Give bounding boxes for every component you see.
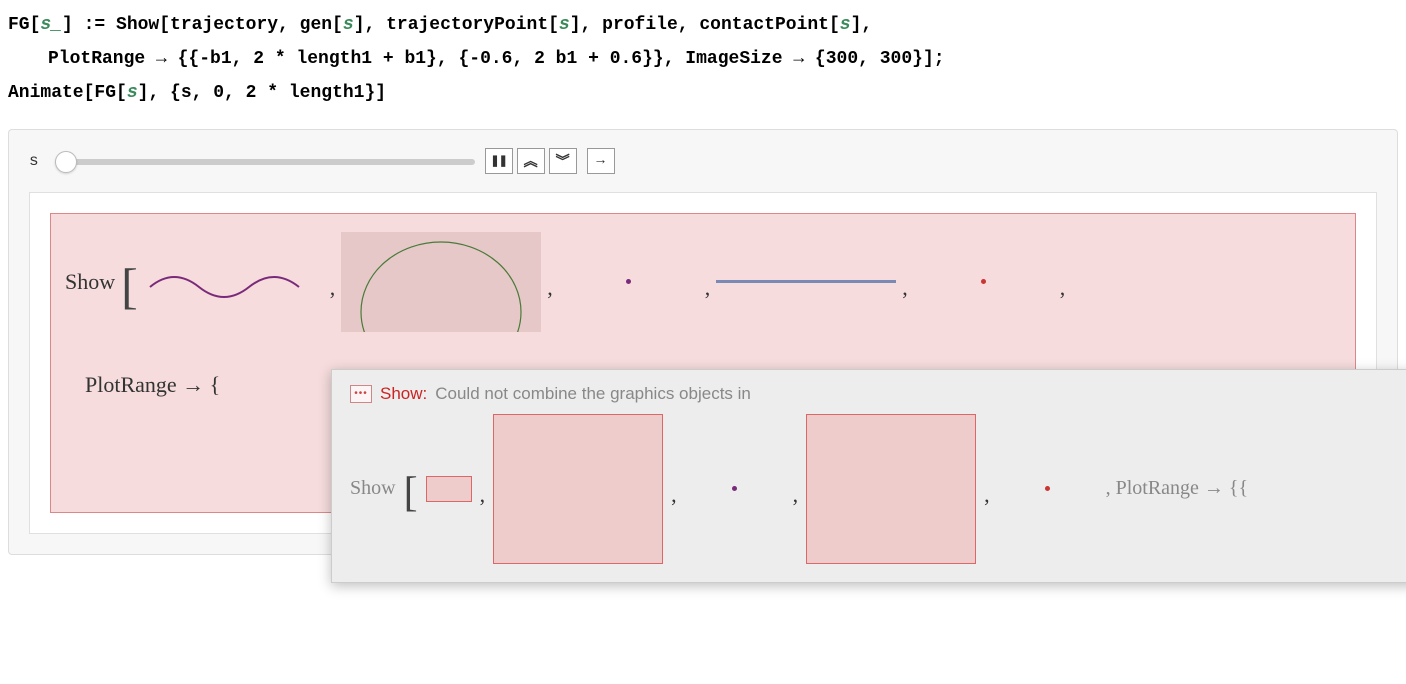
- tt-comma-1: ,: [480, 482, 486, 508]
- blue-line-icon: [716, 280, 896, 283]
- tt-purple-dot-icon: [732, 486, 737, 491]
- show-expression: Show [ , , ,: [65, 232, 1341, 332]
- comma-3: ,: [705, 275, 711, 301]
- tt-comma-2: ,: [671, 482, 677, 508]
- tooltip-body: Show [ , , , , , PlotRange → {{: [350, 414, 1406, 564]
- tt-comma-4: ,: [984, 482, 990, 508]
- slider-track: [55, 159, 475, 165]
- tooltip-header: ••• Show: Could not combine the graphics…: [350, 384, 1406, 404]
- tt-box-big-1: [493, 414, 663, 564]
- tt-show: Show: [350, 477, 396, 500]
- tt-trail: , PlotRange → {{: [1106, 477, 1249, 500]
- faster-button[interactable]: ︽: [517, 148, 545, 174]
- direction-buttons: →: [587, 148, 615, 174]
- tt-box-big-2: [806, 414, 976, 564]
- message-options-button[interactable]: •••: [350, 385, 372, 403]
- comma-1: ,: [330, 275, 336, 301]
- animate-controls: s ❚❚ ︽ ︾ →: [29, 148, 1377, 174]
- contact-point-graphic: [914, 247, 1054, 317]
- trajectory-point-graphic: [559, 247, 699, 317]
- pause-button[interactable]: ❚❚: [485, 148, 513, 174]
- pattern-s: s_: [40, 15, 62, 35]
- playback-buttons: ❚❚ ︽ ︾: [485, 148, 577, 174]
- error-name: Show:: [380, 384, 427, 404]
- profile-graphic: [716, 247, 896, 317]
- variable-label: s: [29, 152, 39, 170]
- purple-dot-icon: [626, 279, 631, 284]
- error-area: Show [ , , ,: [50, 213, 1356, 513]
- code-line-3: Animate[FG[s], {s, 0, 2 * length1}]: [8, 76, 1398, 110]
- trajectory-graphic: [144, 247, 324, 317]
- tt-box-small: [426, 476, 472, 502]
- show-head: Show: [65, 269, 115, 295]
- slower-button[interactable]: ︾: [549, 148, 577, 174]
- tt-red-dot-icon: [1045, 486, 1050, 491]
- forward-button[interactable]: →: [587, 148, 615, 174]
- animate-panel: s ❚❚ ︽ ︾ → Show [ ,: [8, 129, 1398, 555]
- comma-4: ,: [902, 275, 908, 301]
- tt-comma-3: ,: [793, 482, 799, 508]
- slider[interactable]: [55, 151, 475, 171]
- code-line-2: PlotRange → {{-b1, 2 * length1 + b1}, {-…: [8, 42, 1398, 76]
- error-message: Could not combine the graphics objects i…: [435, 384, 751, 404]
- slider-thumb[interactable]: [55, 151, 77, 173]
- comma-5: ,: [1060, 275, 1066, 301]
- red-dot-icon: [981, 279, 986, 284]
- gen-graphic: [341, 232, 541, 332]
- error-tooltip: ••• Show: Could not combine the graphics…: [331, 369, 1406, 583]
- comma-2: ,: [547, 275, 553, 301]
- output-box: Show [ , , ,: [29, 192, 1377, 534]
- input-code: FG[s_] := Show[trajectory, gen[s], traje…: [8, 8, 1398, 111]
- code-line-1: FG[s_] := Show[trajectory, gen[s], traje…: [8, 8, 1398, 42]
